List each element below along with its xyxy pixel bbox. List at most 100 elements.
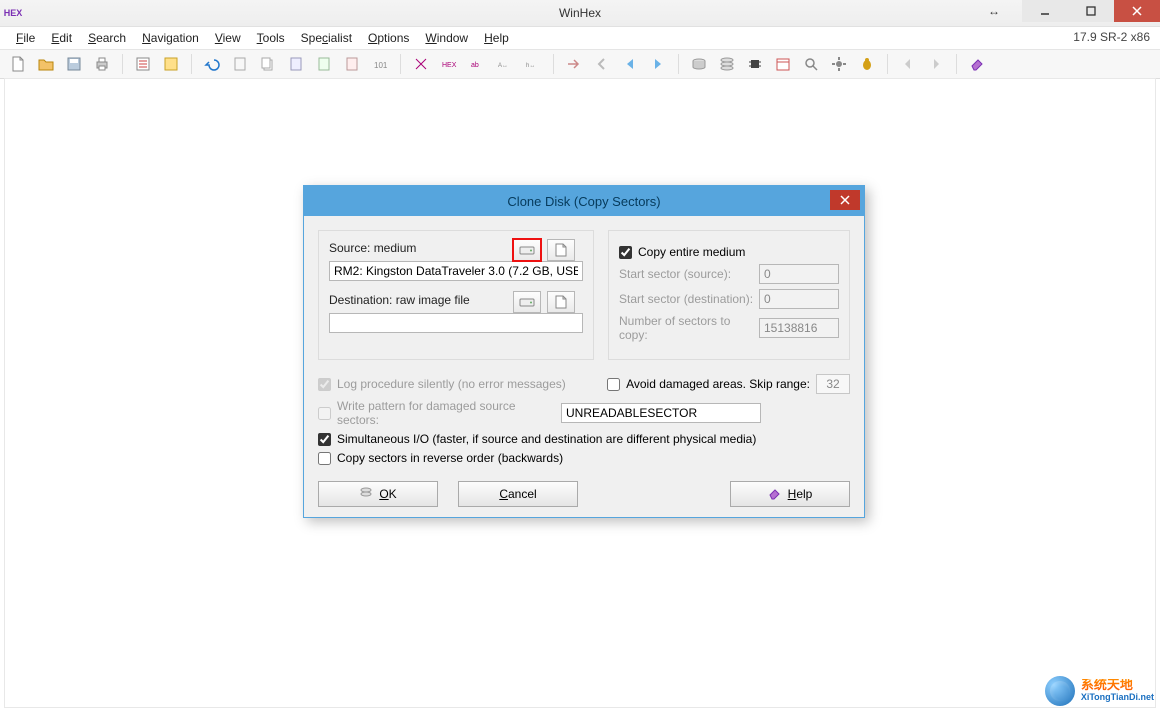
dialog-titlebar[interactable]: Clone Disk (Copy Sectors) bbox=[304, 186, 864, 216]
cancel-button[interactable]: Cancel bbox=[458, 481, 578, 507]
copy-entire-checkbox[interactable] bbox=[619, 246, 632, 259]
copy-entire-label: Copy entire medium bbox=[638, 245, 745, 259]
dialog-buttons: OK Cancel Help bbox=[318, 481, 850, 507]
back-small-icon[interactable] bbox=[590, 52, 614, 76]
sector-range-group: Copy entire medium Start sector (source)… bbox=[608, 230, 850, 360]
source-input[interactable] bbox=[329, 261, 583, 281]
options-group: Log procedure silently (no error message… bbox=[318, 374, 850, 465]
num-sectors-label: Number of sectors to copy: bbox=[619, 314, 759, 342]
folder-tree-icon[interactable] bbox=[159, 52, 183, 76]
open-file-icon[interactable] bbox=[34, 52, 58, 76]
pattern-label: Write pattern for damaged source sectors… bbox=[337, 399, 555, 427]
find-icon[interactable] bbox=[409, 52, 433, 76]
destination-input[interactable] bbox=[329, 313, 583, 333]
toolbar: 101 HEX ab A↔ h↔ bbox=[0, 50, 1160, 79]
prev-icon[interactable] bbox=[896, 52, 920, 76]
replace-text-icon[interactable]: h↔ bbox=[521, 52, 545, 76]
start-source-label: Start sector (source): bbox=[619, 267, 731, 281]
copy-icon[interactable] bbox=[256, 52, 280, 76]
chip-icon[interactable] bbox=[743, 52, 767, 76]
menu-tools[interactable]: Tools bbox=[249, 29, 293, 47]
minimize-button[interactable] bbox=[1022, 0, 1068, 22]
log-label: Log procedure silently (no error message… bbox=[337, 377, 566, 391]
simultaneous-io-label: Simultaneous I/O (faster, if source and … bbox=[337, 432, 756, 446]
avoid-checkbox[interactable] bbox=[607, 378, 620, 391]
undo-icon[interactable] bbox=[200, 52, 224, 76]
pattern-checkbox bbox=[318, 407, 331, 420]
destination-disk-button[interactable] bbox=[513, 291, 541, 313]
toolbar-separator bbox=[191, 54, 192, 74]
main-window: HEX WinHex ↔ Filedocument.currentScript.… bbox=[0, 0, 1160, 712]
start-source-input bbox=[759, 264, 839, 284]
properties-icon[interactable] bbox=[131, 52, 155, 76]
menu-options[interactable]: Options bbox=[360, 29, 417, 47]
menu-file[interactable]: Filedocument.currentScript.previousEleme… bbox=[8, 29, 43, 47]
watermark: 系统天地 XiTongTianDi.net bbox=[1045, 676, 1154, 706]
find-text-icon[interactable]: ab bbox=[465, 52, 489, 76]
calendar-icon[interactable] bbox=[771, 52, 795, 76]
save-icon[interactable] bbox=[62, 52, 86, 76]
dialog-title: Clone Disk (Copy Sectors) bbox=[507, 194, 660, 209]
toolbar-separator bbox=[122, 54, 123, 74]
cut-icon[interactable] bbox=[228, 52, 252, 76]
simultaneous-io-checkbox[interactable] bbox=[318, 433, 331, 446]
toolbar-separator bbox=[553, 54, 554, 74]
close-button[interactable] bbox=[1114, 0, 1160, 22]
app-icon: HEX bbox=[0, 0, 26, 26]
ok-button[interactable]: OK bbox=[318, 481, 438, 507]
paste-special-icon[interactable] bbox=[340, 52, 364, 76]
clipboard-icon[interactable] bbox=[284, 52, 308, 76]
watermark-url: XiTongTianDi.net bbox=[1081, 691, 1154, 703]
source-disk-button[interactable] bbox=[513, 239, 541, 261]
disk-stack-icon[interactable] bbox=[715, 52, 739, 76]
log-checkbox bbox=[318, 378, 331, 391]
menu-window[interactable]: Window bbox=[417, 29, 476, 47]
next-icon[interactable] bbox=[924, 52, 948, 76]
menu-search[interactable]: Search bbox=[80, 29, 134, 47]
svg-text:101: 101 bbox=[374, 61, 388, 70]
forward-icon[interactable] bbox=[646, 52, 670, 76]
eraser-icon[interactable] bbox=[965, 52, 989, 76]
paste-icon[interactable] bbox=[312, 52, 336, 76]
svg-text:ab: ab bbox=[471, 62, 479, 69]
menu-navigation[interactable]: Navigation bbox=[134, 29, 207, 47]
eraser-icon bbox=[768, 486, 782, 503]
toolbar-separator bbox=[887, 54, 888, 74]
svg-text:h↔: h↔ bbox=[526, 63, 535, 69]
ok-label-rest: K bbox=[389, 487, 397, 501]
bug-icon[interactable] bbox=[855, 52, 879, 76]
window-controls bbox=[1022, 0, 1160, 22]
avoid-label: Avoid damaged areas. Skip range: bbox=[626, 377, 810, 391]
disk-icon[interactable] bbox=[687, 52, 711, 76]
destination-file-button[interactable] bbox=[547, 291, 575, 313]
num-sectors-input bbox=[759, 318, 839, 338]
maximize-button[interactable] bbox=[1068, 0, 1114, 22]
goto-icon[interactable] bbox=[562, 52, 586, 76]
binary-icon[interactable]: 101 bbox=[368, 52, 392, 76]
new-file-icon[interactable] bbox=[6, 52, 30, 76]
clone-disk-dialog: Clone Disk (Copy Sectors) Source: medium bbox=[303, 185, 865, 518]
source-dest-group: Source: medium Destinati bbox=[318, 230, 594, 360]
window-title: WinHex bbox=[0, 6, 1160, 20]
print-icon[interactable] bbox=[90, 52, 114, 76]
resize-handle-icon[interactable]: ↔ bbox=[988, 4, 1000, 18]
gear-icon[interactable] bbox=[827, 52, 851, 76]
back-icon[interactable] bbox=[618, 52, 642, 76]
reverse-checkbox[interactable] bbox=[318, 452, 331, 465]
replace-hex-icon[interactable]: A↔ bbox=[493, 52, 517, 76]
toolbar-separator bbox=[956, 54, 957, 74]
pattern-input[interactable] bbox=[561, 403, 761, 423]
menu-edit[interactable]: Edit bbox=[43, 29, 80, 47]
menu-help[interactable]: Help bbox=[476, 29, 517, 47]
globe-icon bbox=[1045, 676, 1075, 706]
find-hex-icon[interactable]: HEX bbox=[437, 52, 461, 76]
menu-specialist[interactable]: Specialist bbox=[293, 29, 360, 47]
menu-view[interactable]: View bbox=[207, 29, 249, 47]
magnifier-icon[interactable] bbox=[799, 52, 823, 76]
avoid-range-input bbox=[816, 374, 850, 394]
menubar: Filedocument.currentScript.previousEleme… bbox=[0, 27, 1160, 50]
dialog-close-button[interactable] bbox=[830, 190, 860, 210]
disk-stack-icon bbox=[359, 486, 373, 503]
help-button[interactable]: Help bbox=[730, 481, 850, 507]
source-file-button[interactable] bbox=[547, 239, 575, 261]
